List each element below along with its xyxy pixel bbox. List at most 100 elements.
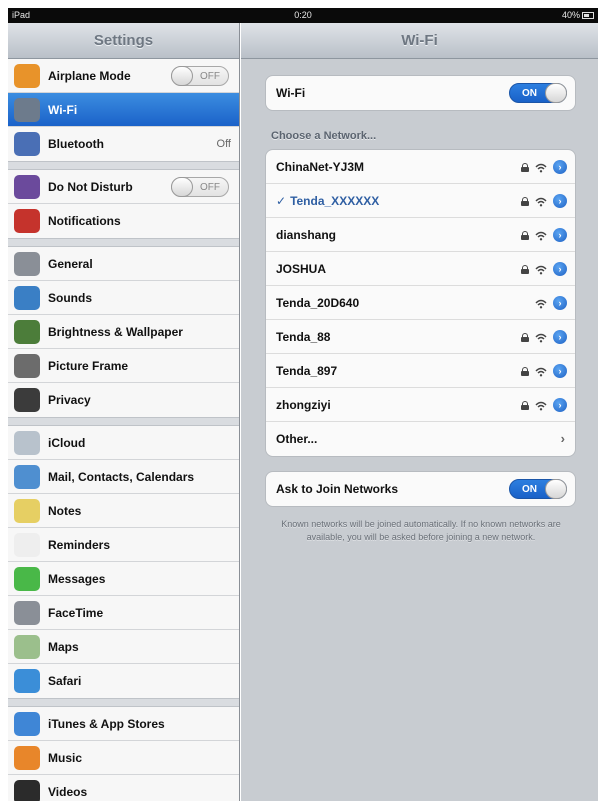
sidebar-item-videos[interactable]: Videos: [8, 775, 239, 801]
sidebar-item-wi-fi[interactable]: Wi-Fi: [8, 93, 239, 127]
sidebar-item-label: iTunes & App Stores: [48, 716, 165, 731]
ask-join-switch[interactable]: ON: [509, 479, 567, 499]
battery-icon: [582, 12, 594, 20]
battery-indicator: 40%: [562, 10, 594, 20]
network-row[interactable]: Tenda_88 ›: [266, 320, 575, 354]
compass-icon: [14, 669, 40, 693]
status-time: 0:20: [294, 10, 312, 20]
wifi-signal-icon: [535, 298, 547, 309]
info-disclosure-icon[interactable]: ›: [553, 364, 567, 378]
info-disclosure-icon[interactable]: ›: [553, 194, 567, 208]
wifi-signal-icon: [535, 162, 547, 173]
info-disclosure-icon[interactable]: ›: [553, 296, 567, 310]
info-disclosure-icon[interactable]: ›: [553, 262, 567, 276]
network-row[interactable]: dianshang ›: [266, 218, 575, 252]
toggle-state: OFF: [200, 71, 220, 82]
other-network-row[interactable]: Other... ›: [266, 422, 575, 456]
ask-join-state: ON: [522, 484, 537, 495]
sidebar-item-label: FaceTime: [48, 605, 104, 620]
sidebar-item-itunes-app-stores[interactable]: iTunes & App Stores: [8, 707, 239, 741]
info-disclosure-icon[interactable]: ›: [553, 228, 567, 242]
mail-icon: [14, 464, 40, 489]
wifi-signal-icon: [535, 400, 547, 411]
network-status-icons: ›: [521, 160, 567, 174]
sidebar-item-mail-contacts-calendars[interactable]: Mail, Contacts, Calendars: [8, 460, 239, 494]
network-name: ChinaNet-YJ3M: [276, 159, 365, 174]
facetime-icon: [14, 600, 40, 625]
network-row[interactable]: zhongziyi ›: [266, 388, 575, 422]
gear-icon: [14, 251, 40, 276]
sidebar-item-music[interactable]: Music: [8, 741, 239, 775]
wifi-detail-pane: Wi-Fi Wi-Fi ON Choose a Network... China…: [241, 23, 598, 801]
sidebar-item-facetime[interactable]: FaceTime: [8, 596, 239, 630]
network-name: dianshang: [276, 227, 337, 242]
sidebar-item-messages[interactable]: Messages: [8, 562, 239, 596]
bluetooth-icon: [14, 132, 40, 156]
sidebar-item-privacy[interactable]: Privacy: [8, 383, 239, 417]
lock-icon: [521, 162, 529, 172]
sidebar-item-do-not-disturb[interactable]: Do Not Disturb OFF: [8, 170, 239, 204]
sidebar-item-label: Do Not Disturb: [48, 179, 133, 194]
other-network-label: Other...: [276, 432, 318, 446]
lock-icon: [521, 196, 529, 206]
chevron-right-icon: ›: [560, 431, 565, 446]
network-name: Tenda_XXXXXX: [290, 193, 380, 208]
wifi-toggle-row: Wi-Fi ON: [266, 76, 575, 110]
notifications-icon: [14, 209, 40, 233]
sidebar-item-bluetooth[interactable]: Bluetooth Off: [8, 127, 239, 161]
info-disclosure-icon[interactable]: ›: [553, 160, 567, 174]
sidebar-item-icloud[interactable]: iCloud: [8, 426, 239, 460]
info-disclosure-icon[interactable]: ›: [553, 398, 567, 412]
hand-icon: [14, 388, 40, 412]
settings-group: iTunes & App Stores Music Videos: [8, 706, 239, 801]
wifi-toggle-switch[interactable]: ON: [509, 83, 567, 103]
video-icon: [14, 780, 40, 801]
sidebar-item-notifications[interactable]: Notifications: [8, 204, 239, 238]
info-disclosure-icon[interactable]: ›: [553, 330, 567, 344]
sidebar-item-label: Videos: [48, 785, 88, 799]
network-row[interactable]: ChinaNet-YJ3M ›: [266, 150, 575, 184]
sidebar-item-brightness-wallpaper[interactable]: Brightness & Wallpaper: [8, 315, 239, 349]
lock-icon: [521, 230, 529, 240]
sidebar-title: Settings: [8, 23, 239, 59]
wifi-icon: [14, 97, 40, 122]
network-row[interactable]: JOSHUA ›: [266, 252, 575, 286]
maps-icon: [14, 634, 40, 659]
network-status-icons: ›: [521, 228, 567, 242]
network-row[interactable]: Tenda_897 ›: [266, 354, 575, 388]
sidebar-item-label: Messages: [48, 571, 106, 586]
network-status-icons: ›: [521, 364, 567, 378]
app-store-icon: [14, 711, 40, 736]
status-bar: iPad 0:20 40%: [8, 8, 598, 23]
sidebar-item-label: Wi-Fi: [48, 102, 78, 117]
toggle-knob: [545, 479, 567, 499]
wifi-toggle-state: ON: [522, 88, 537, 99]
do-not-disturb-switch[interactable]: OFF: [171, 177, 229, 197]
sidebar-item-safari[interactable]: Safari: [8, 664, 239, 698]
notes-icon: [14, 498, 40, 523]
sidebar-item-sounds[interactable]: Sounds: [8, 281, 239, 315]
network-status-icons: ›: [521, 194, 567, 208]
airplane-mode-switch[interactable]: OFF: [171, 66, 229, 86]
sidebar-item-maps[interactable]: Maps: [8, 630, 239, 664]
lock-icon: [521, 332, 529, 342]
sidebar-item-picture-frame[interactable]: Picture Frame: [8, 349, 239, 383]
network-name: Tenda_897: [276, 363, 338, 378]
messages-icon: [14, 566, 40, 591]
ask-join-card: Ask to Join Networks ON: [265, 471, 576, 507]
sidebar-item-general[interactable]: General: [8, 247, 239, 281]
settings-group: iCloud Mail, Contacts, Calendars Notes Remi…: [8, 425, 239, 699]
settings-group: Do Not Disturb OFF Notifications: [8, 169, 239, 239]
sidebar-item-notes[interactable]: Notes: [8, 494, 239, 528]
network-row[interactable]: ✓ Tenda_XXXXXX ›: [266, 184, 575, 218]
sidebar-item-airplane-mode[interactable]: Airplane Mode OFF: [8, 59, 239, 93]
airplane-icon: [14, 63, 40, 88]
wifi-signal-icon: [535, 196, 547, 207]
sidebar-item-value: Off: [216, 138, 231, 150]
network-name: JOSHUA: [276, 261, 327, 276]
network-row[interactable]: Tenda_20D640 ›: [266, 286, 575, 320]
speaker-icon: [14, 285, 40, 310]
sidebar-item-label: Maps: [48, 639, 79, 654]
sidebar-item-reminders[interactable]: Reminders: [8, 528, 239, 562]
sidebar-item-label: Privacy: [48, 393, 91, 407]
